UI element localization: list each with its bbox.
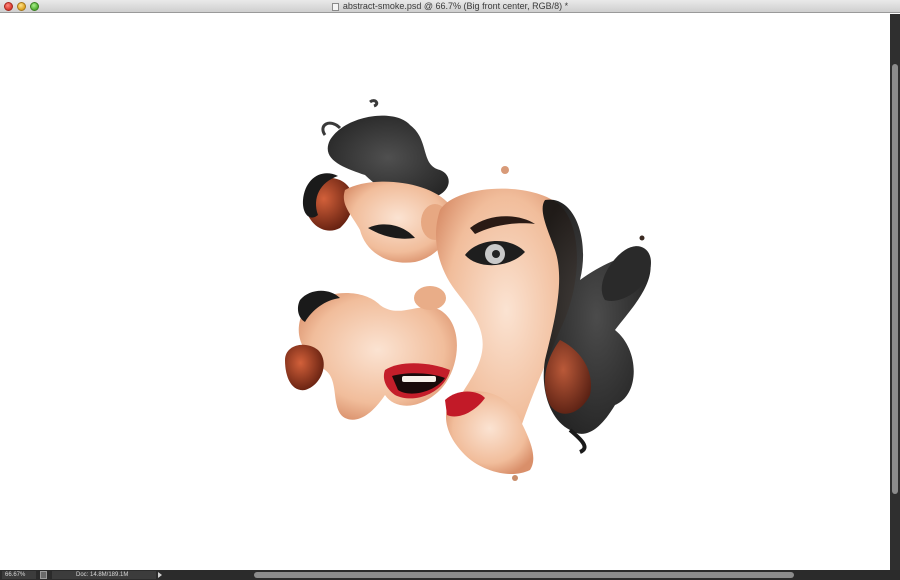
abstract-smoke-portrait-artwork <box>285 99 651 481</box>
title-bar[interactable]: abstract-smoke.psd @ 66.7% (Big front ce… <box>0 0 900 13</box>
document-canvas[interactable] <box>0 14 890 570</box>
document-info-icon[interactable] <box>40 571 47 579</box>
vertical-scrollbar[interactable] <box>890 14 900 570</box>
document-proxy-icon[interactable] <box>331 2 339 11</box>
smoke-plume-right <box>601 246 651 301</box>
vertical-scroll-thumb[interactable] <box>892 64 898 494</box>
zoom-level-field[interactable]: 66.67% <box>2 571 36 579</box>
face-fragment-left-mouth <box>298 293 457 420</box>
smoke-dot-top <box>501 166 509 174</box>
nose-left <box>414 286 446 310</box>
photoshop-document-window: abstract-smoke.psd @ 66.7% (Big front ce… <box>0 0 900 580</box>
document-title-text: abstract-smoke.psd @ 66.7% (Big front ce… <box>342 1 569 11</box>
horizontal-scroll-thumb[interactable] <box>254 572 794 578</box>
status-bar: 66.67% Doc: 14.8M/189.1M <box>0 570 900 580</box>
pupil-front <box>492 250 500 258</box>
hair-swirl-left <box>285 344 324 391</box>
smoke-dot-bottom <box>512 475 518 481</box>
smoke-dot-right <box>639 235 645 241</box>
document-title: abstract-smoke.psd @ 66.7% (Big front ce… <box>0 0 900 13</box>
document-size-info: Doc: 14.8M/189.1M <box>52 571 156 579</box>
status-menu-arrow-icon[interactable] <box>158 572 162 578</box>
teeth <box>402 376 436 382</box>
horizontal-scrollbar[interactable] <box>166 570 890 580</box>
